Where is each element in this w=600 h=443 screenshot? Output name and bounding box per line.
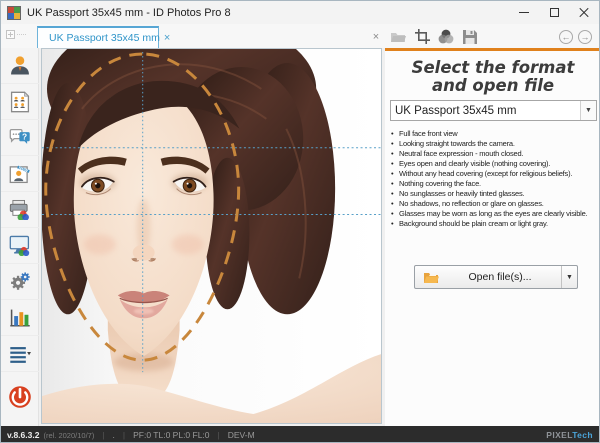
format-dropdown-value: UK Passport 35x45 mm <box>391 105 580 117</box>
sidebar-item-monitor-calibration[interactable] <box>1 228 39 264</box>
requirement-item: •Nothing covering the face. <box>391 179 599 189</box>
photo-workspace <box>41 48 382 424</box>
sidebar-item-exit[interactable] <box>1 382 39 412</box>
open-folder-orange-icon <box>423 271 439 284</box>
maximize-button[interactable] <box>539 1 569 24</box>
format-panel: Select the format and open file UK Passp… <box>385 48 600 426</box>
save-icon[interactable] <box>461 28 479 45</box>
requirement-item: •Full face front view <box>391 129 599 139</box>
title-bar: UK Passport 35x45 mm - ID Photos Pro 8 <box>1 1 599 24</box>
sidebar-item-settings[interactable] <box>1 264 39 300</box>
panel-title-line1: Select the format <box>385 59 600 77</box>
forward-arrow-icon[interactable]: → <box>576 28 594 45</box>
status-bar: v.8.6.3.2 (rel. 2020/10/7) | . | PF:0 TL… <box>1 426 600 443</box>
requirement-item: •Eyes open and clearly visible (nothing … <box>391 159 599 169</box>
window-title: UK Passport 35x45 mm - ID Photos Pro 8 <box>27 7 231 19</box>
requirement-item: •No shadows, no reflection or glare on g… <box>391 199 599 209</box>
help-chat-icon: ? <box>9 128 31 148</box>
main-menu-icon <box>9 345 31 363</box>
portrait-photo <box>42 49 381 423</box>
svg-text:?: ? <box>22 131 27 141</box>
back-arrow-icon[interactable]: ← <box>557 28 575 45</box>
sidebar-item-help[interactable]: ? <box>1 120 39 156</box>
requirements-list: •Full face front view •Looking straight … <box>391 129 599 229</box>
tab-uk-passport[interactable]: UK Passport 35x45 mm × <box>37 26 159 48</box>
main-body: ? NEW <box>1 48 600 426</box>
version-label: v.8.6.3.2 <box>7 430 39 440</box>
requirement-item: •Neutral face expression - mouth closed. <box>391 149 599 159</box>
user-photo-icon <box>9 55 31 76</box>
requirement-item: •Glasses may be worn as long as the eyes… <box>391 209 599 219</box>
format-dropdown[interactable]: UK Passport 35x45 mm ▼ <box>390 100 597 121</box>
crop-tool-icon[interactable] <box>413 28 431 45</box>
sidebar-item-menu[interactable] <box>1 336 39 372</box>
requirement-item: •Background should be plain cream or lig… <box>391 219 599 229</box>
status-dot: . <box>113 430 115 440</box>
sidebar-item-statistics[interactable] <box>1 300 39 336</box>
open-files-label: Open file(s)... <box>439 271 561 283</box>
requirement-item: •No sunglasses or heavily tinted glasses… <box>391 189 599 199</box>
requirement-item: •Without any head covering (except for r… <box>391 169 599 179</box>
status-divider: | <box>218 430 220 440</box>
open-folder-icon[interactable] <box>389 28 407 45</box>
open-files-dropdown-icon[interactable]: ▼ <box>562 274 577 281</box>
chevron-down-icon[interactable]: ▼ <box>580 101 596 120</box>
monitor-calibration-icon <box>9 235 31 256</box>
tab-bar: UK Passport 35x45 mm × × <box>1 24 599 48</box>
statistics-chart-icon <box>9 308 31 328</box>
requirement-item: •Looking straight towards the camera. <box>391 139 599 149</box>
panel-title-line2: and open file <box>385 77 600 95</box>
sidebar-item-user-photo[interactable] <box>1 48 39 84</box>
close-button[interactable] <box>569 1 599 24</box>
sidebar: ? NEW <box>1 48 39 426</box>
color-adjust-icon[interactable] <box>437 28 455 45</box>
whats-new-icon: NEW <box>9 164 31 184</box>
sidebar-item-print-layout[interactable] <box>1 84 39 120</box>
print-layout-icon <box>10 91 30 113</box>
app-window: UK Passport 35x45 mm - ID Photos Pro 8 U… <box>0 0 600 443</box>
panel-title: Select the format and open file <box>385 59 600 95</box>
close-document-icon[interactable]: × <box>367 28 385 45</box>
power-exit-icon <box>8 385 32 409</box>
printer-calibration-icon <box>9 199 31 220</box>
pixeltech-logo: PIXELTech <box>546 430 593 440</box>
minimize-button[interactable] <box>509 1 539 24</box>
tab-close-icon[interactable]: × <box>160 32 170 44</box>
status-flags: PF:0 TL:0 PL:0 FL:0 <box>133 430 209 440</box>
tab-label: UK Passport 35x45 mm <box>49 32 160 44</box>
open-files-button[interactable]: Open file(s)... ▼ <box>414 265 578 289</box>
settings-gears-icon <box>9 271 31 292</box>
release-date-label: (rel. 2020/10/7) <box>43 431 94 440</box>
sidebar-item-whats-new[interactable]: NEW <box>1 156 39 192</box>
app-logo-icon <box>7 6 21 20</box>
sidebar-item-printer-calibration[interactable] <box>1 192 39 228</box>
status-divider: | <box>102 430 104 440</box>
status-divider: | <box>123 430 125 440</box>
panel-toggle-icon[interactable] <box>6 28 28 44</box>
dev-mode-label: DEV-M <box>228 430 255 440</box>
